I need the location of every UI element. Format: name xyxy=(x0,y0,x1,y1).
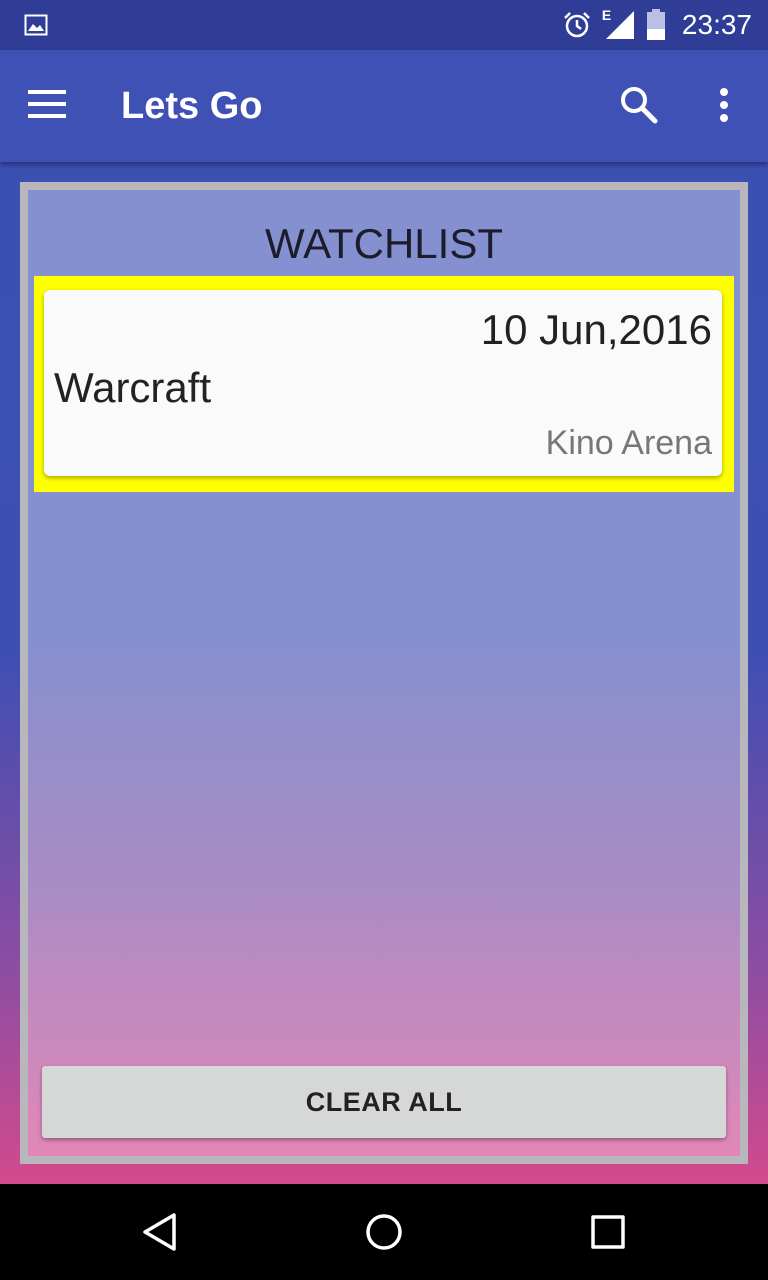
selected-item-highlight: 10 Jun,2016 Warcraft Kino Arena xyxy=(34,276,734,492)
home-icon xyxy=(364,1214,404,1256)
menu-button[interactable] xyxy=(28,82,84,130)
search-icon xyxy=(620,86,658,129)
watchlist-panel: WATCHLIST 10 Jun,2016 Warcraft Kino Aren… xyxy=(20,182,748,1164)
status-icons: E 23:37 xyxy=(562,0,752,50)
battery-icon xyxy=(646,9,666,41)
alarm-icon xyxy=(562,10,592,40)
home-button[interactable] xyxy=(364,1212,404,1252)
item-date: 10 Jun,2016 xyxy=(480,306,712,353)
network-type-label: E xyxy=(601,7,612,23)
status-time: 23:37 xyxy=(681,9,752,40)
recents-button[interactable] xyxy=(588,1212,628,1252)
navigation-bar xyxy=(0,1184,768,1280)
search-button[interactable] xyxy=(612,80,666,134)
status-bar: E 23:37 xyxy=(0,0,768,50)
signal-icon: E xyxy=(601,7,636,41)
back-button[interactable] xyxy=(140,1212,180,1252)
recents-icon xyxy=(588,1215,628,1256)
back-icon xyxy=(140,1213,180,1256)
watchlist-item-card[interactable]: 10 Jun,2016 Warcraft Kino Arena xyxy=(44,290,722,476)
watchlist-title: WATCHLIST xyxy=(265,220,503,267)
image-notification-icon xyxy=(24,13,48,37)
clear-all-button[interactable]: CLEAR ALL xyxy=(42,1066,726,1138)
screen: E 23:37 Lets Go WATCHLIST 10 Jun,2016 Wa… xyxy=(0,0,768,1280)
app-title: Lets Go xyxy=(121,85,263,127)
item-title: Warcraft xyxy=(54,364,212,411)
item-venue: Kino Arena xyxy=(545,424,712,462)
more-vert-icon xyxy=(719,87,729,127)
app-bar: Lets Go xyxy=(0,50,768,162)
content-area: WATCHLIST 10 Jun,2016 Warcraft Kino Aren… xyxy=(0,162,768,1184)
more-options-button[interactable] xyxy=(700,80,748,134)
hamburger-menu-icon xyxy=(28,89,66,124)
